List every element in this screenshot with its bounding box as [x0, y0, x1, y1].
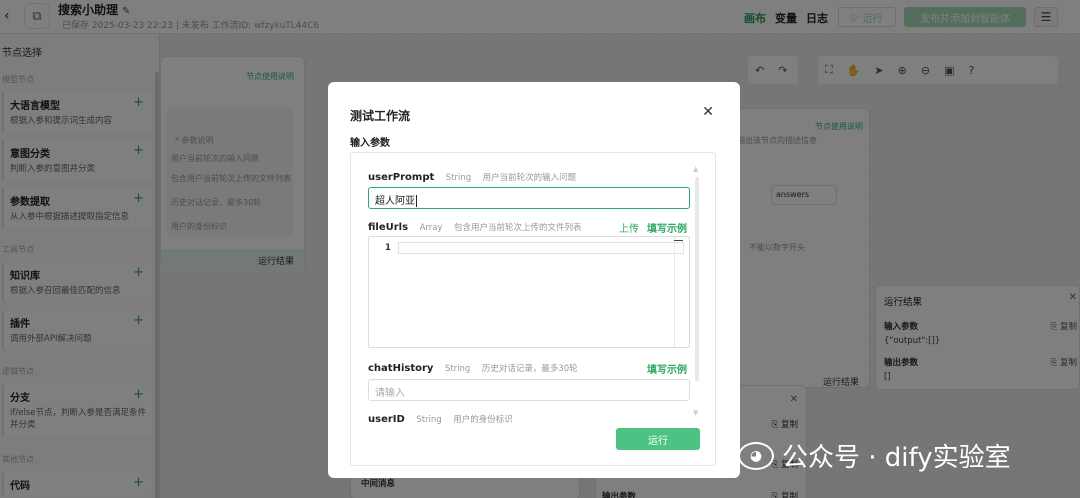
- upload-link[interactable]: 上传: [619, 224, 639, 235]
- field-desc: 包含用户当前轮次上传的文件列表: [453, 223, 582, 233]
- field-userid-header: userID String 用户的身份标识: [368, 412, 513, 425]
- field-name: fileUrls: [368, 222, 409, 233]
- userprompt-input[interactable]: 超人阿亚: [368, 187, 690, 209]
- field-type: String: [445, 173, 472, 183]
- editor-current-line[interactable]: [398, 242, 684, 254]
- dialog-title: 测试工作流: [350, 109, 411, 123]
- form-scrollbar[interactable]: [695, 177, 699, 381]
- fill-example-link[interactable]: 填写示例: [647, 224, 687, 235]
- scroll-down-icon[interactable]: ▼: [693, 409, 698, 417]
- field-fileurls-header: fileUrls Array 包含用户当前轮次上传的文件列表: [368, 220, 581, 233]
- field-desc: 历史对话记录，最多30轮: [481, 364, 578, 374]
- line-number: 1: [385, 243, 391, 253]
- input-params-heading: 输入参数: [350, 138, 390, 149]
- field-desc: 用户的身份标识: [453, 415, 513, 425]
- field-type: Array: [419, 223, 443, 233]
- fileurls-code-editor[interactable]: 1: [368, 236, 690, 348]
- test-workflow-dialog: 测试工作流 ✕ 输入参数 ▲ userPrompt String 用户当前轮次的…: [328, 82, 740, 478]
- field-userprompt-header: userPrompt String 用户当前轮次的输入问题: [368, 170, 576, 183]
- field-chathistory-header: chatHistory String 历史对话记录，最多30轮: [368, 361, 578, 374]
- input-params-form: ▲ userPrompt String 用户当前轮次的输入问题 超人阿亚 fil…: [350, 152, 716, 466]
- field-name: userID: [368, 414, 405, 425]
- collapse-icon[interactable]: [674, 240, 683, 241]
- field-type: String: [416, 415, 442, 425]
- scroll-up-icon[interactable]: ▲: [693, 165, 698, 173]
- fill-example-link[interactable]: 填写示例: [647, 365, 687, 376]
- watermark: ◕ 公众号 · dify实验室: [738, 437, 1011, 474]
- field-desc: 用户当前轮次的输入问题: [482, 173, 577, 183]
- field-name: chatHistory: [368, 363, 434, 374]
- dialog-run-button[interactable]: 运行: [616, 428, 700, 450]
- wechat-icon: ◕: [738, 441, 774, 470]
- close-icon[interactable]: ✕: [702, 104, 714, 120]
- fileurls-actions: 上传 填写示例: [619, 220, 687, 235]
- field-name: userPrompt: [368, 172, 435, 183]
- chathistory-input[interactable]: 请输入: [368, 379, 690, 401]
- editor-scrollbar[interactable]: [674, 237, 675, 347]
- field-type: String: [444, 364, 471, 374]
- chathistory-actions: 填写示例: [639, 361, 687, 376]
